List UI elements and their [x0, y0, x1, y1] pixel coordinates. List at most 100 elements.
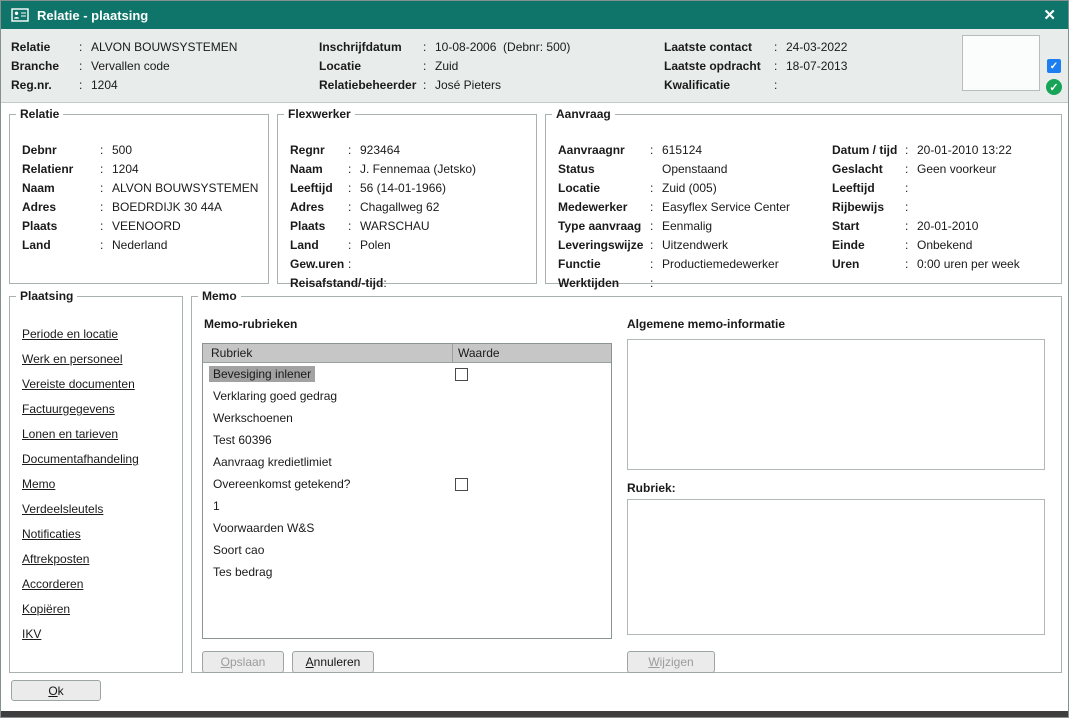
- info-row: Rijbewijs :: [832, 198, 1020, 217]
- plaatsing-nav: Periode en locatie Werk en personeel Ver…: [22, 327, 139, 652]
- info-row: Locatie : Zuid: [319, 57, 570, 76]
- window-bottom-edge: [1, 711, 1068, 717]
- memo-rubriek-row[interactable]: Verklaring goed gedrag: [203, 385, 611, 407]
- relatie-fieldset: Relatie Debnr : 500 Relatienr : 1204 Naa…: [9, 107, 269, 284]
- rubriek-cell: Voorwaarden W&S: [203, 521, 453, 535]
- info-row: Relatiebeheerder : José Pieters: [319, 76, 570, 95]
- memo-legend: Memo: [198, 289, 241, 303]
- titlebar[interactable]: Relatie - plaatsing ✕: [1, 1, 1068, 29]
- info-row: Datum / tijd : 20-01-2010 13:22: [832, 141, 1020, 160]
- info-row: Land : Polen: [290, 236, 476, 255]
- close-icon[interactable]: ✕: [1041, 8, 1058, 23]
- info-row: Einde : Onbekend: [832, 236, 1020, 255]
- rubriek-cell: Aanvraag kredietlimiet: [203, 455, 453, 469]
- memo-rubriek-row[interactable]: 1: [203, 495, 611, 517]
- flexwerker-legend: Flexwerker: [284, 107, 355, 121]
- memo-rubrieken-label: Memo-rubrieken: [204, 317, 297, 331]
- info-row: Land : Nederland: [22, 236, 258, 255]
- wijzigen-button[interactable]: Wijzigen: [627, 651, 715, 673]
- relatie-legend: Relatie: [16, 107, 63, 121]
- plaatsing-legend: Plaatsing: [16, 289, 77, 303]
- plaatsing-link[interactable]: Periode en locatie: [22, 327, 118, 341]
- rubriek-cell: Bevesiging inlener: [203, 367, 453, 381]
- rubriek-memo-textarea[interactable]: [627, 499, 1045, 635]
- rubriek-cell: Test 60396: [203, 433, 453, 447]
- relatie-rows: Debnr : 500 Relatienr : 1204 Naam : ALVO…: [22, 141, 258, 255]
- photo-placeholder: [962, 35, 1040, 91]
- memo-fieldset: Memo Memo-rubrieken Rubriek Waarde Beves…: [191, 289, 1062, 673]
- plaatsing-nav-item: Vereiste documenten: [22, 377, 139, 402]
- plaatsing-link[interactable]: Factuurgegevens: [22, 402, 115, 416]
- info-row: Functie : Productiemedewerker: [558, 255, 790, 274]
- rubriek-label: 1: [209, 498, 224, 514]
- info-row: Plaats : WARSCHAU: [290, 217, 476, 236]
- waarde-column-header: Waarde: [453, 344, 611, 362]
- plaatsing-link[interactable]: Notificaties: [22, 527, 81, 541]
- rubriek-label: Soort cao: [209, 542, 268, 558]
- plaatsing-link[interactable]: IKV: [22, 627, 41, 641]
- waarde-cell: [453, 522, 611, 535]
- info-row: Geslacht : Geen voorkeur: [832, 160, 1020, 179]
- aanvraag-right-rows: Datum / tijd : 20-01-2010 13:22 Geslacht…: [832, 141, 1020, 274]
- memo-rubriek-row[interactable]: Voorwaarden W&S: [203, 517, 611, 539]
- memo-rubriek-row[interactable]: Overeenkomst getekend?: [203, 473, 611, 495]
- rubriek-label: Werkschoenen: [209, 410, 297, 426]
- memo-rubriek-row[interactable]: Test 60396: [203, 429, 611, 451]
- plaatsing-link[interactable]: Aftrekposten: [22, 552, 89, 566]
- waarde-cell: [453, 368, 611, 381]
- plaatsing-link[interactable]: Accorderen: [22, 577, 83, 591]
- info-row: Relatienr : 1204: [22, 160, 258, 179]
- rubriek-cell: Tes bedrag: [203, 565, 453, 579]
- rubriek-cell: Overeenkomst getekend?: [203, 477, 453, 491]
- info-row: Adres : Chagallweg 62: [290, 198, 476, 217]
- info-row: Kwalificatie :: [664, 76, 847, 95]
- rubriek-cell: Verklaring goed gedrag: [203, 389, 453, 403]
- memo-rubriek-row[interactable]: Werkschoenen: [203, 407, 611, 429]
- plaatsing-link[interactable]: Verdeelsleutels: [22, 502, 103, 516]
- annuleren-button[interactable]: Annuleren: [292, 651, 374, 673]
- plaatsing-link[interactable]: Documentafhandeling: [22, 452, 139, 466]
- info-row: Plaats : VEENOORD: [22, 217, 258, 236]
- plaatsing-link[interactable]: Kopiëren: [22, 602, 70, 616]
- waarde-cell: [453, 478, 611, 491]
- memo-rubriek-row[interactable]: Tes bedrag: [203, 561, 611, 583]
- rubriek-label: Voorwaarden W&S: [209, 520, 318, 536]
- memo-rubriek-row[interactable]: Aanvraag kredietlimiet: [203, 451, 611, 473]
- rubriek-label: Test 60396: [209, 432, 276, 448]
- waarde-checkbox[interactable]: [455, 368, 468, 381]
- waarde-checkbox[interactable]: [455, 478, 468, 491]
- info-row: Naam : J. Fennemaa (Jetsko): [290, 160, 476, 179]
- plaatsing-link[interactable]: Lonen en tarieven: [22, 427, 118, 441]
- info-row: Debnr : 500: [22, 141, 258, 160]
- plaatsing-link[interactable]: Werk en personeel: [22, 352, 123, 366]
- plaatsing-nav-item: Periode en locatie: [22, 327, 139, 352]
- info-row: Start : 20-01-2010: [832, 217, 1020, 236]
- opslaan-button[interactable]: Opslaan: [202, 651, 284, 673]
- rubriek-column-header: Rubriek: [203, 344, 453, 362]
- algemene-memo-textarea[interactable]: [627, 339, 1045, 470]
- info-row: Branche : Vervallen code: [11, 57, 237, 76]
- memo-rubriek-row[interactable]: Bevesiging inlener: [203, 363, 611, 385]
- plaatsing-link[interactable]: Vereiste documenten: [22, 377, 135, 391]
- info-row: Leveringswijze : Uitzendwerk: [558, 236, 790, 255]
- memo-rubriek-row[interactable]: Soort cao: [203, 539, 611, 561]
- info-row: Inschrijfdatum : 10-08-2006 (Debnr: 500): [319, 38, 570, 57]
- plaatsing-nav-item: Lonen en tarieven: [22, 427, 139, 452]
- memo-table-header: Rubriek Waarde: [203, 344, 611, 363]
- green-check-icon[interactable]: ✓: [1046, 79, 1062, 95]
- ok-button[interactable]: Ok: [11, 680, 101, 701]
- waarde-cell: [453, 500, 611, 513]
- plaatsing-nav-item: Factuurgegevens: [22, 402, 139, 427]
- blue-status-icon[interactable]: ✓: [1047, 59, 1061, 73]
- aanvraag-fieldset: Aanvraag Aanvraagnr : 615124 Status Open…: [545, 107, 1062, 284]
- plaatsing-link[interactable]: Memo: [22, 477, 55, 491]
- window-title: Relatie - plaatsing: [37, 8, 148, 23]
- waarde-cell: [453, 434, 611, 447]
- algemene-memo-label: Algemene memo-informatie: [627, 317, 785, 331]
- plaatsing-nav-item: Accorderen: [22, 577, 139, 602]
- rubriek-memo-label: Rubriek:: [627, 481, 676, 495]
- info-row: Laatste opdracht : 18-07-2013: [664, 57, 847, 76]
- relation-card-icon: [11, 8, 29, 22]
- info-row: Medewerker : Easyflex Service Center: [558, 198, 790, 217]
- relatie-plaatsing-window: Relatie - plaatsing ✕ Relatie : ALVON BO…: [0, 0, 1069, 718]
